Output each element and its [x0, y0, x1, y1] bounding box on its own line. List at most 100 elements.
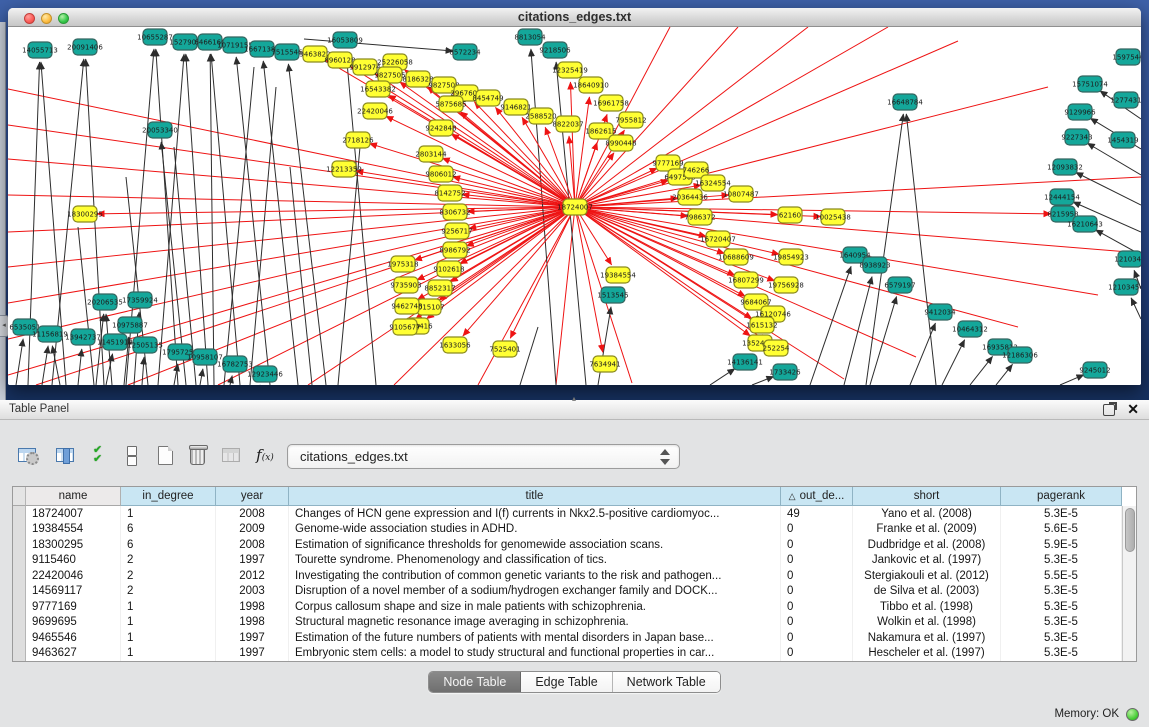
tab-network-table[interactable]: Network Table: [613, 672, 720, 692]
table-cell[interactable]: Wolkin et al. (1998): [853, 615, 1001, 631]
row-header-cell[interactable]: [13, 553, 26, 569]
column-header-pagerank[interactable]: pagerank: [1001, 487, 1122, 506]
table-row[interactable]: 969969511998Structural magnetic resonanc…: [13, 615, 1122, 631]
column-header-in_degree[interactable]: in_degree: [121, 487, 216, 506]
graph-node[interactable]: 19384554: [600, 267, 636, 283]
table-row[interactable]: 911546021997Tourette syndrome. Phenomeno…: [13, 553, 1122, 569]
table-cell[interactable]: 6: [121, 522, 216, 538]
float-panel-icon[interactable]: [1103, 404, 1115, 416]
graph-node[interactable]: 7986372: [684, 209, 715, 225]
row-header-cell[interactable]: [13, 522, 26, 538]
row-header-cell[interactable]: [13, 506, 26, 522]
table-cell[interactable]: 18724007: [26, 506, 121, 522]
select-all-button[interactable]: [88, 442, 114, 468]
table-cell[interactable]: Hescheler et al. (1997): [853, 646, 1001, 662]
table-cell[interactable]: 9699695: [26, 615, 121, 631]
table-cell[interactable]: 22420046: [26, 568, 121, 584]
graph-node[interactable]: 9735903: [390, 277, 421, 293]
graph-edge[interactable]: [970, 356, 993, 385]
row-header-cell[interactable]: [13, 615, 26, 631]
network-window-titlebar[interactable]: citations_edges.txt: [8, 8, 1141, 27]
graph-edge[interactable]: [230, 376, 232, 385]
column-header-out_de[interactable]: △out_de...: [781, 487, 853, 506]
graph-edge[interactable]: [211, 54, 240, 385]
graph-node[interactable]: 1633056: [439, 337, 471, 353]
graph-edge[interactable]: [866, 114, 903, 385]
table-cell[interactable]: 0: [781, 537, 853, 553]
graph-edge[interactable]: [158, 54, 184, 385]
graph-edge[interactable]: [263, 61, 298, 385]
table-cell[interactable]: 1: [121, 506, 216, 522]
graph-node[interactable]: 12923446: [247, 366, 283, 382]
table-cell[interactable]: 9115460: [26, 553, 121, 569]
row-header-cell[interactable]: [13, 584, 26, 600]
column-header-name[interactable]: name: [26, 487, 121, 506]
graph-node[interactable]: 14055713: [22, 42, 58, 58]
graph-svg[interactable]: 9463822896012899129742522605898275051654…: [8, 27, 1141, 385]
graph-node[interactable]: 9245012: [1079, 362, 1110, 378]
table-cell[interactable]: 1: [121, 615, 216, 631]
graph-node[interactable]: 1454319: [1107, 132, 1138, 148]
table-cell[interactable]: Changes of HCN gene expression and I(f) …: [289, 506, 781, 522]
graph-edge[interactable]: [142, 357, 144, 385]
graph-node[interactable]: 1733426: [769, 364, 801, 380]
graph-node[interactable]: 9129966: [1064, 104, 1096, 120]
graph-node[interactable]: 18640910: [573, 77, 609, 93]
graph-node[interactable]: 8986792: [439, 242, 470, 258]
table-cell[interactable]: Franke et al. (2009): [853, 522, 1001, 538]
graph-node[interactable]: 20206535: [87, 294, 123, 310]
table-cell[interactable]: 5.3E-5: [1001, 506, 1122, 522]
graph-node[interactable]: 16053809: [327, 32, 363, 48]
tab-edge-table[interactable]: Edge Table: [521, 672, 612, 692]
graph-node[interactable]: 62160: [778, 207, 802, 223]
graph-node[interactable]: 9462748: [391, 298, 422, 314]
table-cell[interactable]: 9777169: [26, 599, 121, 615]
graph-node[interactable]: 2718126: [342, 132, 374, 148]
table-cell[interactable]: Structural magnetic resonance image aver…: [289, 615, 781, 631]
table-cell[interactable]: 9465546: [26, 630, 121, 646]
graph-node[interactable]: 2803144: [415, 146, 447, 162]
table-row[interactable]: 1456911722003Disruption of a novel membe…: [13, 584, 1122, 600]
table-cell[interactable]: Dudbridge et al. (2008): [853, 537, 1001, 553]
graph-edge[interactable]: [156, 49, 178, 385]
table-cell[interactable]: 0: [781, 646, 853, 662]
table-cell[interactable]: 2003: [216, 584, 289, 600]
graph-node[interactable]: 9227343: [1061, 129, 1092, 145]
graph-node[interactable]: 15751074: [1072, 76, 1108, 92]
graph-node[interactable]: 7525401: [489, 341, 520, 357]
graph-node[interactable]: 8454749: [472, 90, 503, 106]
graph-node[interactable]: 10807487: [723, 186, 759, 202]
graph-edge[interactable]: [1131, 298, 1141, 319]
row-header-cell[interactable]: [13, 630, 26, 646]
graph-node[interactable]: 1615132: [746, 317, 777, 333]
table-cell[interactable]: Jankovic et al. (1997): [853, 553, 1001, 569]
graph-node[interactable]: 9256717: [441, 223, 472, 239]
graph-node[interactable]: 14136141: [727, 354, 763, 370]
table-selector-dropdown[interactable]: citations_edges.txt: [287, 444, 680, 469]
panel-divider-handle[interactable]: ▴: [567, 395, 581, 403]
network-canvas[interactable]: 9463822896012899129742522605898275051654…: [8, 27, 1141, 385]
table-row[interactable]: 1872400712008Changes of HCN gene express…: [13, 506, 1122, 522]
row-header-cell[interactable]: [13, 568, 26, 584]
graph-node[interactable]: 20364436: [672, 189, 708, 205]
graph-node[interactable]: 9218506: [539, 42, 571, 58]
graph-node[interactable]: 9102618: [433, 261, 464, 277]
table-cell[interactable]: 0: [781, 522, 853, 538]
graph-node[interactable]: 9105677: [389, 319, 420, 335]
graph-edge[interactable]: [478, 207, 575, 385]
graph-edge[interactable]: [290, 167, 312, 385]
table-cell[interactable]: 14569117: [26, 584, 121, 600]
graph-edge[interactable]: [42, 346, 48, 385]
graph-node[interactable]: 18300295: [67, 206, 103, 222]
graph-node[interactable]: 8813054: [514, 29, 546, 45]
table-cell[interactable]: 1: [121, 630, 216, 646]
table-cell[interactable]: Tourette syndrome. Phenomenology and cla…: [289, 553, 781, 569]
graph-node[interactable]: 12103454: [1108, 279, 1141, 295]
table-cell[interactable]: 2: [121, 553, 216, 569]
graph-node[interactable]: 1277431: [1110, 92, 1141, 108]
table-cell[interactable]: 0: [781, 599, 853, 615]
graph-node[interactable]: 8822037: [552, 116, 583, 132]
column-header-title[interactable]: title: [289, 487, 781, 506]
vertical-scrollbar[interactable]: [1122, 506, 1136, 661]
graph-edge[interactable]: [710, 369, 735, 385]
